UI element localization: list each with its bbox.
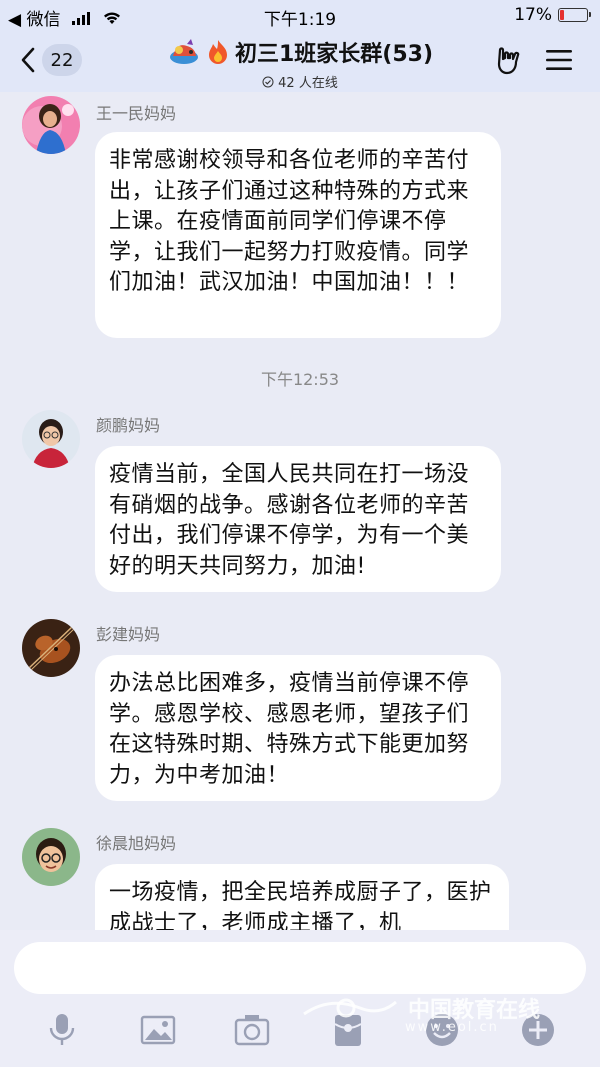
group-title: 初三1班家长群(53) xyxy=(234,42,434,67)
input-toolbar xyxy=(0,1012,600,1052)
chat-header: 22 初三1班家长群(53) 42 人在线 xyxy=(0,30,600,92)
sender-name: 徐晨旭妈妈 xyxy=(96,834,177,853)
online-count: 42 人在线 xyxy=(278,76,338,91)
battery-icon xyxy=(558,8,591,22)
message-input[interactable] xyxy=(14,942,586,994)
menu-icon[interactable] xyxy=(546,48,572,72)
microphone-icon[interactable] xyxy=(44,1012,80,1048)
avatar[interactable] xyxy=(22,828,80,886)
status-right: 17% xyxy=(514,5,591,25)
watermark-url: www.eol.cn xyxy=(405,1020,499,1035)
battery-level xyxy=(560,10,564,20)
sender-name: 王一民妈妈 xyxy=(96,104,177,123)
online-check-icon xyxy=(262,76,274,87)
fire-icon xyxy=(208,40,227,64)
message-bubble[interactable]: 非常感谢校领导和各位老师的辛苦付出，让孩子们通过这种特殊的方式来上课。在疫情面前… xyxy=(95,132,501,338)
message-bubble[interactable]: 一场疫情，把全民培养成厨子了，医护成战士了，老师成主播了，机 xyxy=(95,864,509,930)
group-avatar-icon xyxy=(169,39,198,64)
message-list[interactable]: 王一民妈妈 非常感谢校领导和各位老师的辛苦付出，让孩子们通过这种特殊的方式来上课… xyxy=(0,92,600,930)
sender-name: 彭建妈妈 xyxy=(96,625,161,644)
sender-name: 颜鹏妈妈 xyxy=(96,416,161,435)
rock-hand-icon[interactable] xyxy=(494,46,524,76)
avatar[interactable] xyxy=(22,619,80,677)
avatar[interactable] xyxy=(22,410,80,468)
title-row: 初三1班家长群(53) xyxy=(167,36,433,68)
message-bubble[interactable]: 办法总比困难多，疫情当前停课不停学。感恩学校、感恩老师，望孩子们在这特殊时期、特… xyxy=(95,655,501,801)
plus-icon[interactable] xyxy=(520,1012,556,1048)
image-icon[interactable] xyxy=(140,1012,176,1048)
avatar[interactable] xyxy=(22,96,80,154)
input-area xyxy=(0,930,600,1067)
message-bubble[interactable]: 疫情当前，全国人民共同在打一场没有硝烟的战争。感谢各位老师的辛苦付出，我们停课不… xyxy=(95,446,501,592)
status-bar: ◀ 微信 下午1:19 17% xyxy=(0,0,600,30)
battery-percent: 17% xyxy=(514,5,552,25)
red-packet-icon[interactable] xyxy=(330,1012,366,1048)
camera-icon[interactable] xyxy=(234,1012,270,1048)
status-time: 下午1:19 xyxy=(263,10,337,30)
timestamp: 下午12:53 xyxy=(260,370,340,389)
